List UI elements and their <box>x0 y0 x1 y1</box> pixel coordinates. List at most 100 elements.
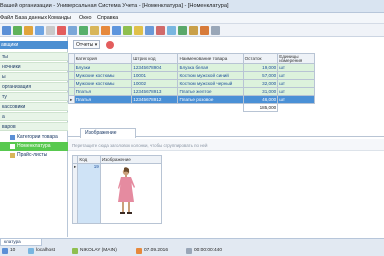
sidebar-item-label: варов <box>2 124 16 130</box>
sidebar-header: авщики <box>0 41 68 49</box>
window-icon[interactable] <box>211 26 220 35</box>
sidebar-item[interactable]: ты <box>0 52 68 61</box>
cell[interactable]: 10002 <box>131 79 179 88</box>
table-row[interactable]: Платья 12345678913 Платье желтое 31,000 … <box>68 87 315 96</box>
sidebar-item-categories[interactable]: Категории товара <box>0 133 68 142</box>
cell[interactable]: шт <box>277 71 315 80</box>
cell[interactable]: Мужские костюмы <box>73 79 133 88</box>
cell[interactable]: Платье желтое <box>177 87 244 96</box>
status-bar: клатура 10 localhost NIKOLAY (MAIN) 07.0… <box>0 238 384 256</box>
menu-commands[interactable]: Команды <box>48 15 71 21</box>
sidebar-item-label: ты <box>2 54 8 60</box>
back-icon[interactable] <box>2 26 11 35</box>
column-header[interactable]: Единицы измерения <box>277 53 315 64</box>
table-footer-row: 185,000 <box>69 103 315 112</box>
menu-window[interactable]: Окно <box>79 15 92 21</box>
doc-icon[interactable] <box>90 26 99 35</box>
cell[interactable]: шт <box>277 79 315 88</box>
menu-database[interactable]: База данных <box>15 15 47 21</box>
column-header[interactable]: Наименование товара <box>177 53 244 64</box>
chart-icon[interactable] <box>101 26 110 35</box>
cell[interactable]: 32,000 <box>242 79 279 88</box>
list-icon <box>10 144 15 149</box>
print-icon[interactable] <box>68 26 77 35</box>
table-header-row: Категория Штрих код Наименование товара … <box>68 53 315 64</box>
cell[interactable]: 31,000 <box>242 87 279 96</box>
mail-icon[interactable] <box>167 26 176 35</box>
tab-image[interactable]: Изображение <box>80 128 136 138</box>
status-count: 10 <box>10 248 16 253</box>
tab-nomenclature-bottom[interactable]: клатура <box>0 239 42 246</box>
sidebar-item-nomenclature[interactable]: Номенклатура <box>0 142 68 151</box>
cell[interactable]: Платья <box>73 95 133 104</box>
clock-icon <box>186 248 192 254</box>
footer-spacer <box>74 104 132 112</box>
cell[interactable]: 12345678912 <box>131 95 179 104</box>
table-row[interactable]: Мужские костюмы 10001 Костюм мужской син… <box>68 71 315 80</box>
cell[interactable]: Блузка белая <box>177 63 244 72</box>
sidebar-item[interactable]: организация <box>0 82 68 91</box>
cell[interactable]: 19,000 <box>242 63 279 72</box>
cell[interactable]: Платье розовое <box>177 95 244 104</box>
column-header[interactable]: Код <box>77 155 101 164</box>
export-icon[interactable] <box>79 26 88 35</box>
cell[interactable]: Платья <box>73 87 133 96</box>
status-user: NIKOLAY (MAIN) <box>80 248 117 253</box>
sidebar-item[interactable]: варов <box>0 122 68 131</box>
tab-label: Изображение <box>85 130 117 136</box>
calendar-icon[interactable] <box>112 26 121 35</box>
shoe-right <box>127 212 132 214</box>
table-row-selected[interactable]: ▸ Платья 12345678912 Платье розовое 46,0… <box>68 95 315 104</box>
sidebar-item[interactable]: а <box>0 112 68 121</box>
user-icon[interactable] <box>123 26 132 35</box>
cell[interactable]: Костюм мужской черный <box>177 79 244 88</box>
sidebar-item[interactable]: ту <box>0 92 68 101</box>
reports-button[interactable]: Отчеты ▾ <box>73 40 101 49</box>
table-icon[interactable] <box>178 26 187 35</box>
star-icon[interactable] <box>200 26 209 35</box>
cell[interactable]: Костюм мужской синий <box>177 71 244 80</box>
sidebar-item-pricelists[interactable]: Прайс-листы <box>0 151 68 160</box>
settings-icon[interactable] <box>46 26 55 35</box>
cell[interactable]: шт <box>277 63 315 72</box>
sidebar-item[interactable]: кассовики <box>0 102 68 111</box>
cell[interactable]: Блузки <box>73 63 133 72</box>
cell[interactable]: 12345678913 <box>131 87 179 96</box>
sidebar-item[interactable]: ночники <box>0 62 68 71</box>
sidebar-item-label: Категории товара <box>17 134 58 140</box>
footer-spacer <box>178 104 243 112</box>
column-header[interactable]: Изображение <box>99 155 163 164</box>
column-header[interactable]: Штрих код <box>131 53 179 64</box>
refresh-icon[interactable] <box>35 26 44 35</box>
cell[interactable]: 12345678904 <box>131 63 179 72</box>
help-icon[interactable] <box>134 26 143 35</box>
cell[interactable]: 10001 <box>131 71 179 80</box>
user-icon <box>72 248 78 254</box>
folder-icon[interactable] <box>145 26 154 35</box>
lock-icon[interactable] <box>189 26 198 35</box>
nomenclature-table: Категория Штрих код Наименование товара … <box>68 53 315 112</box>
forward-icon[interactable] <box>13 26 22 35</box>
sidebar-item-label: ту <box>2 94 7 100</box>
close-icon[interactable] <box>106 41 114 49</box>
status-time: 00:00:00:440 <box>194 248 223 253</box>
cell[interactable]: шт <box>277 87 315 96</box>
column-header[interactable]: Остаток <box>242 53 279 64</box>
sidebar-item-label: ы <box>2 74 6 80</box>
column-header[interactable]: Категория <box>73 53 133 64</box>
cell[interactable]: Мужские костюмы <box>73 71 133 80</box>
table-header-row: Код Изображение <box>71 155 163 164</box>
cell-code[interactable]: 19 <box>77 163 101 224</box>
cell[interactable]: шт <box>277 95 315 104</box>
sidebar-item[interactable]: ы <box>0 72 68 81</box>
filter-icon[interactable] <box>57 26 66 35</box>
menu-help[interactable]: Справка <box>97 15 118 21</box>
cell[interactable]: 46,000 <box>242 95 279 104</box>
menu-file[interactable]: Файл <box>0 15 13 21</box>
chevron-down-icon: ▾ <box>94 42 98 48</box>
table-row[interactable]: Блузки 12345678904 Блузка белая 19,000 ш… <box>68 63 315 72</box>
cell[interactable]: 57,000 <box>242 71 279 80</box>
home-icon[interactable] <box>156 26 165 35</box>
table-row[interactable]: Мужские костюмы 10002 Костюм мужской чер… <box>68 79 315 88</box>
search-icon[interactable] <box>24 26 33 35</box>
